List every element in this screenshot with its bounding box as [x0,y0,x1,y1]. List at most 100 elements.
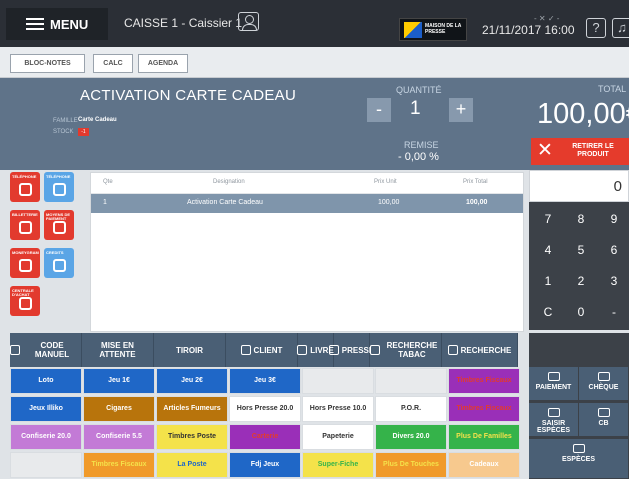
category-label: TÉLÉPHONE [46,174,71,179]
category-button[interactable]: MOYENS DE PAIEMENT [44,210,74,240]
category-button[interactable]: TÉLÉPHONE [44,172,74,202]
row-qte: 1 [103,199,107,206]
product-button-divers-20-0[interactable]: Divers 20.0 [375,424,447,450]
action-recherche-tabac-button[interactable]: RECHERCHE TABAC [370,333,442,367]
quantity-plus-button[interactable]: + [449,98,473,122]
agenda-button[interactable]: AGENDA [138,54,188,73]
payment-especes-button[interactable]: ESPÈCES [529,439,628,478]
keypad-key-5[interactable]: 5 [566,237,596,263]
user-icon[interactable] [238,12,259,31]
quantite-label: QUANTITÉ [396,85,442,95]
keypad-key-0[interactable]: 0 [566,299,596,325]
product-button-jeux-illiko[interactable]: Jeux Illiko [10,396,82,422]
product-button-papeterie[interactable]: Papeterie [302,424,374,450]
retirer-produit-button[interactable]: ✕ RETIRER LE PRODUIT [531,138,629,165]
action-code-manuel-button[interactable]: CODE MANUEL [10,333,82,367]
total-value: 100,00€ [537,98,629,130]
stock-label: STOCK [53,129,74,135]
retirer-label: RETIRER LE PRODUIT [572,143,614,158]
product-button-confiserie-20-0[interactable]: Confiserie 20.0 [10,424,82,450]
product-button-jeu-2[interactable]: Jeu 2€ [156,368,228,394]
product-button-blank[interactable] [375,368,447,394]
payment-label: SAISIR ESPÈCES [536,420,571,434]
payment-paiement-button[interactable]: PAIEMENT [529,367,578,400]
keypad-key-7[interactable]: 7 [533,206,563,232]
blocnotes-button[interactable]: BLOC-NOTES [10,54,85,73]
keypad-key-1[interactable]: 1 [533,268,563,294]
category-label: CENTRALE D'ACHAT [12,288,34,297]
product-button-timbres-poste[interactable]: Timbres Poste [156,424,228,450]
product-button-p-o-r[interactable]: P.O.R. [375,396,447,422]
quantity-minus-button[interactable]: - [367,98,391,122]
total-label: TOTAL [598,84,627,94]
caisse-label: CAISSE 1 - Caissier 1 [124,16,243,30]
table-row[interactable]: 1 Activation Carte Cadeau 100,00 100,00 [91,194,523,213]
product-button-loto[interactable]: Loto [10,368,82,394]
category-button[interactable]: TÉLÉPHONE [10,172,40,202]
category-button[interactable]: CENTRALE D'ACHAT [10,286,40,316]
payment-saisir-especes-button[interactable]: SAISIR ESPÈCES [529,403,578,436]
product-button-articles-fumeurs[interactable]: Articles Fumeurs [156,396,228,422]
product-button-timbres-fiscaux[interactable]: Timbres Fiscaux [448,396,520,422]
menu-button[interactable]: MENU [6,8,108,40]
product-button-plus-de-touches[interactable]: Plus De Touches [375,452,447,478]
payment-panel: PAIEMENT CHÈQUE SAISIR ESPÈCES CB ESPÈCES [529,333,629,479]
help-icon[interactable]: ? [586,18,606,38]
category-button[interactable]: BILLETTERIE [10,210,40,240]
maison-presse-logo: MAISON DE LA PRESSE [399,18,467,41]
cash-icon [547,408,560,417]
product-button-jeu-3[interactable]: Jeu 3€ [229,368,301,394]
keypad-key-blank[interactable]: - [599,299,629,325]
action-mise-en-attente-button[interactable]: MISE EN ATTENTE [82,333,154,367]
keypad-key-3[interactable]: 3 [599,268,629,294]
category-icon [19,221,32,234]
product-button-cadeaux[interactable]: Cadeaux [448,452,520,478]
product-button-super-fiche[interactable]: Super-Fiche [302,452,374,478]
category-button[interactable]: MONEYGRAM [10,248,40,278]
notification-icon[interactable]: ♫ [612,18,629,38]
product-button-jeu-1[interactable]: Jeu 1€ [83,368,155,394]
coin-icon [547,372,560,381]
action-client-button[interactable]: CLIENT [226,333,298,367]
receipt-table: Qte Designation Prix Unit Prix Total 1 A… [90,172,524,332]
product-button-hors-presse-20-0[interactable]: Hors Presse 20.0 [229,396,301,422]
action-recherche-button[interactable]: RECHERCHE [442,333,518,367]
row-prix-unit: 100,00 [378,199,400,206]
product-button-cigares[interactable]: Cigares [83,396,155,422]
product-button-fdj-jeux[interactable]: Fdj Jeux [229,452,301,478]
payment-cb-button[interactable]: CB [579,403,628,436]
payment-label: ESPÈCES [561,456,596,463]
keypad-key-6[interactable]: 6 [599,237,629,263]
product-button-confiserie-5-5[interactable]: Confiserie 5.5 [83,424,155,450]
keypad-key-2[interactable]: 2 [566,268,596,294]
pos-screen: MENU CAISSE 1 - Caissier 1 MAISON DE LA … [0,0,629,479]
calc-button[interactable]: CALC [93,54,133,73]
action-presse-button[interactable]: PRESSE [328,333,374,367]
category-label: CREDITS [46,250,64,255]
product-button-timbres-fiscaux[interactable]: Timbres Fiscaux [448,368,520,394]
menu-label: MENU [50,16,89,32]
product-button-blank[interactable] [302,368,374,394]
row-designation: Activation Carte Cadeau [187,199,263,206]
product-button-blank[interactable] [10,452,82,478]
famille-label: FAMILLE [53,118,78,124]
keypad-key-4[interactable]: 4 [533,237,563,263]
keypad-value: 0 [613,178,622,195]
product-button-hors-presse-10-0[interactable]: Hors Presse 10.0 [302,396,374,422]
keypad-key-8[interactable]: 8 [566,206,596,232]
product-button-la-poste[interactable]: La Poste [156,452,228,478]
tabac-icon [370,345,380,355]
quantity-value[interactable]: 1 [410,98,421,120]
keypad-key-c[interactable]: C [533,299,563,325]
row-prix-total: 100,00 [466,199,488,206]
action-label: CODE MANUEL [34,341,70,359]
category-button[interactable]: CREDITS [44,248,74,278]
action-tiroir-button[interactable]: TIROIR [154,333,226,367]
product-button-plus-de-familles[interactable]: Plus De Familles [448,424,520,450]
product-button-carterie[interactable]: Carterie [229,424,301,450]
card-icon [597,408,610,417]
product-button-timbres-fiscaux[interactable]: Timbres Fiscaux [83,452,155,478]
keypad-key-9[interactable]: 9 [599,206,629,232]
remise-value[interactable]: - 0,00 % [398,151,439,163]
payment-cheque-button[interactable]: CHÈQUE [579,367,628,400]
